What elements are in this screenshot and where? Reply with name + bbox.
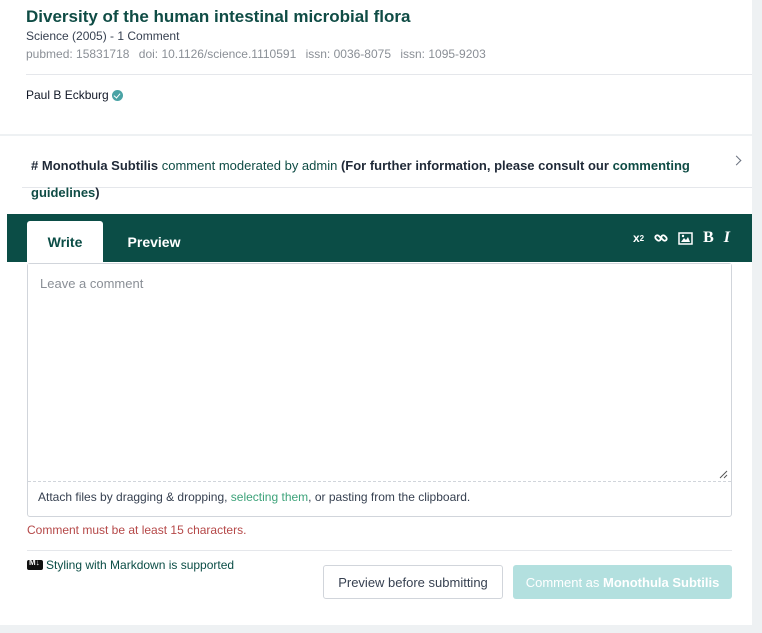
format-toolbar: x2 B I	[633, 228, 730, 248]
verified-icon	[111, 89, 123, 101]
paper-header: Diversity of the human intestinal microb…	[26, 6, 742, 62]
divider	[26, 74, 752, 75]
submit-user: Monothula Subtilis	[603, 574, 720, 590]
link-icon[interactable]	[654, 229, 668, 247]
superscript-icon[interactable]: x2	[633, 229, 644, 247]
moderation-info: (For further information, please consult…	[340, 158, 609, 173]
attach-files-hint: Attach files by dragging & dropping, sel…	[38, 490, 470, 504]
tab-write[interactable]: Write	[27, 221, 103, 262]
journal-line: Science (2005) - 1 Comment	[26, 29, 180, 43]
bold-icon[interactable]: B	[703, 229, 714, 247]
paper-title[interactable]: Diversity of the human intestinal microb…	[26, 6, 742, 28]
comment-editor: Write Preview x2 B I Attach files by dra…	[7, 214, 752, 625]
moderation-text: comment moderated by admin	[161, 158, 338, 173]
attach-prefix: Attach files by dragging & dropping,	[38, 490, 228, 504]
editor-tabbar: Write Preview x2 B I	[7, 214, 752, 262]
author-name: Paul B Eckburg	[26, 88, 109, 102]
italic-icon[interactable]: I	[724, 229, 730, 247]
doi-id: doi: 10.1126/science.1110591	[138, 47, 297, 61]
moderation-info-end: )	[95, 185, 100, 200]
chevron-right-icon[interactable]	[731, 155, 742, 166]
resize-handle-icon[interactable]	[718, 469, 728, 479]
divider	[27, 550, 732, 551]
markdown-note-text: Styling with Markdown is supported	[46, 558, 235, 572]
preview-button[interactable]: Preview before submitting	[323, 565, 503, 599]
validation-error: Comment must be at least 15 characters.	[27, 523, 247, 537]
moderation-notice[interactable]: # Monothula Subtilis comment moderated b…	[22, 140, 752, 200]
author[interactable]: Paul B Eckburg	[26, 88, 123, 102]
section-gap	[0, 134, 762, 136]
pubmed-id: pubmed: 15831718	[26, 47, 130, 61]
identifiers: pubmed: 15831718 doi: 10.1126/science.11…	[26, 46, 742, 62]
comment-textarea[interactable]	[28, 264, 731, 482]
moderated-user[interactable]: Monothula Subtilis	[42, 158, 158, 173]
select-files-link[interactable]: selecting them	[231, 490, 308, 504]
moderation-hash: #	[31, 158, 39, 173]
tab-preview[interactable]: Preview	[117, 221, 191, 262]
submit-comment-button[interactable]: Comment as Monothula Subtilis	[513, 565, 732, 599]
image-icon[interactable]	[678, 229, 693, 247]
submit-prefix: Comment as	[525, 574, 600, 590]
issn-id-2: issn: 1095-9203	[400, 47, 486, 61]
comment-input-wrapper: Attach files by dragging & dropping, sel…	[27, 263, 732, 517]
markdown-note[interactable]: Styling with Markdown is supported	[27, 558, 234, 572]
issn-id-1: issn: 0036-8075	[305, 47, 391, 61]
attach-suffix: , or pasting from the clipboard.	[308, 490, 471, 504]
markdown-icon	[27, 558, 43, 570]
